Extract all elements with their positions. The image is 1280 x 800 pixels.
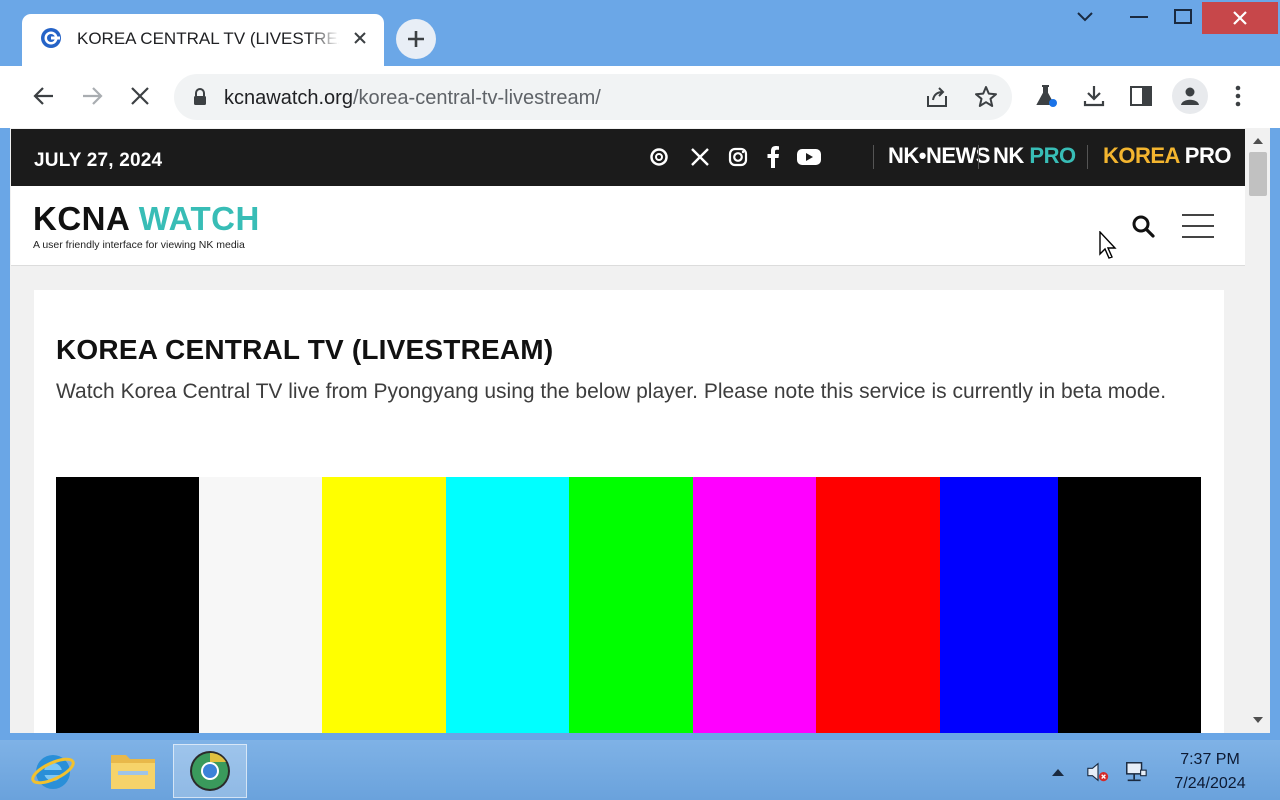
color-bar [569,477,693,733]
chrome-canary-icon[interactable] [173,744,247,798]
x-twitter-icon[interactable] [688,145,712,169]
threads-icon[interactable] [647,145,671,169]
facebook-icon[interactable] [761,145,785,169]
bookmark-star-icon[interactable] [971,82,1001,112]
file-explorer-icon[interactable] [96,744,170,798]
nk-news-link[interactable]: NK•NEWS [888,143,990,169]
content-card: KOREA CENTRAL TV (LIVESTREAM) Watch Kore… [34,290,1224,733]
url-path: /korea-central-tv-livestream/ [352,87,601,109]
page-title: KOREA CENTRAL TV (LIVESTREAM) [56,334,554,365]
korea-pro-label-a: KOREA [1103,143,1180,168]
minimize-icon [1130,16,1148,18]
site-header: KCNA WATCH A user friendly interface for… [11,186,1245,266]
hamburger-menu-icon[interactable] [1182,213,1216,239]
maximize-button[interactable] [1160,0,1206,34]
page-viewport: JULY 27, 2024 NK•NEWS NK PRO KOREA PRO K… [10,128,1270,733]
color-bar [199,477,322,733]
page-description: Watch Korea Central TV live from Pyongya… [56,380,1167,403]
logo-text-kcna: KCNA [33,200,130,237]
show-hidden-icons-chevron-icon[interactable] [1046,760,1070,784]
brand-divider [978,145,979,169]
share-icon[interactable] [922,82,952,112]
color-bar [56,477,199,733]
site-topbar: JULY 27, 2024 NK•NEWS NK PRO KOREA PRO [11,129,1245,186]
system-clock[interactable]: 7:37 PM 7/24/2024 [1160,748,1260,796]
instagram-icon[interactable] [726,145,750,169]
forward-button[interactable] [74,78,110,114]
downloads-icon[interactable] [1076,78,1112,114]
arrow-right-icon [83,87,103,105]
color-bar [446,477,569,733]
plus-icon [408,31,424,47]
color-bar [816,477,940,733]
url-text[interactable]: kcnawatch.org/korea-central-tv-livestrea… [224,87,601,110]
internet-explorer-icon[interactable] [16,744,90,798]
nk-pro-link[interactable]: NK PRO [993,143,1076,169]
scroll-up-arrow-icon[interactable] [1251,134,1265,148]
profile-avatar-icon[interactable] [1172,78,1208,114]
close-icon [131,87,149,105]
browser-tab[interactable]: KOREA CENTRAL TV (LIVESTREAM) [22,14,384,66]
labs-flask-icon[interactable] [1028,78,1064,114]
color-bar [940,477,1058,733]
site-logo[interactable]: KCNA WATCH [33,200,260,238]
nk-pro-label-b: PRO [1029,143,1076,168]
logo-text-watch: WATCH [138,200,260,237]
brand-divider [1087,145,1088,169]
page-scrollbar[interactable] [1246,128,1270,733]
stop-loading-button[interactable] [122,78,158,114]
new-tab-button[interactable] [396,19,436,59]
search-icon[interactable] [1130,213,1156,239]
network-icon[interactable] [1124,760,1148,784]
browser-titlebar: KOREA CENTRAL TV (LIVESTREAM) [0,0,1280,66]
tab-close-icon[interactable] [349,27,371,49]
arrow-left-icon [33,87,53,105]
minimize-button[interactable] [1116,0,1162,34]
clock-date: 7/24/2024 [1174,775,1246,792]
back-button[interactable] [26,78,62,114]
tab-title: KOREA CENTRAL TV (LIVESTREAM) [77,29,339,49]
color-bar [322,477,446,733]
more-menu-icon[interactable] [1220,78,1256,114]
close-window-button[interactable] [1202,2,1278,34]
scroll-down-arrow-icon[interactable] [1251,713,1265,727]
color-bar [693,477,816,733]
browser-toolbar: kcnawatch.org/korea-central-tv-livestrea… [0,66,1280,128]
maximize-icon [1174,9,1192,24]
chevron-down-icon [1077,12,1093,22]
volume-muted-icon[interactable] [1086,760,1110,784]
lock-icon[interactable] [192,87,208,107]
clock-time: 7:37 PM [1180,751,1240,768]
close-icon [1233,11,1247,25]
korea-pro-link[interactable]: KOREA PRO [1103,143,1231,169]
scrollbar-thumb[interactable] [1249,152,1267,196]
site-favicon-icon [41,28,61,48]
windows-taskbar: 7:37 PM 7/24/2024 [0,740,1280,800]
color-bar [1058,477,1201,733]
tab-search-button[interactable] [1062,0,1108,34]
address-bar[interactable]: kcnawatch.org/korea-central-tv-livestrea… [174,74,1012,120]
video-player[interactable] [56,477,1201,733]
brand-divider [873,145,874,169]
korea-pro-label-b: PRO [1184,143,1232,168]
side-panel-icon[interactable] [1123,78,1159,114]
site-tagline: A user friendly interface for viewing NK… [33,239,245,251]
mouse-cursor-icon [1099,231,1117,259]
youtube-icon[interactable] [795,145,823,169]
current-date: JULY 27, 2024 [34,150,163,171]
nk-pro-label-a: NK [993,143,1024,168]
url-domain: kcnawatch.org [224,87,353,109]
